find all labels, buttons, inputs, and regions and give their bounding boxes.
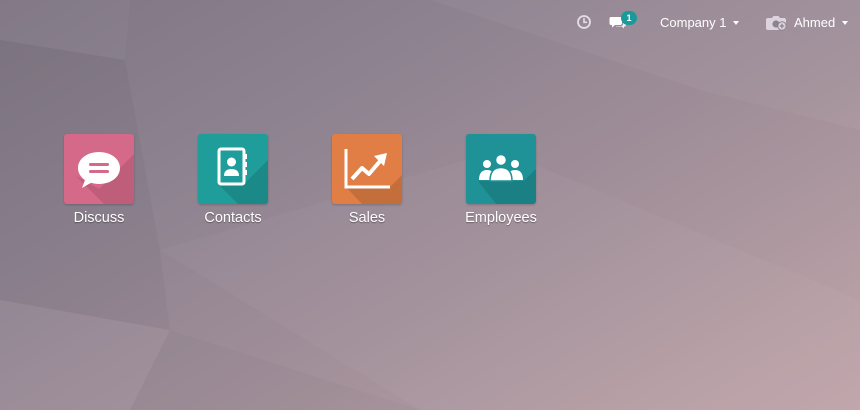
user-menu[interactable]: Ahmed bbox=[766, 0, 849, 44]
app-tile-sales[interactable] bbox=[332, 134, 402, 204]
company-label: Company 1 bbox=[660, 14, 727, 30]
company-switcher[interactable]: Company 1 bbox=[660, 0, 740, 44]
app-label: Contacts bbox=[204, 210, 262, 226]
messages-button[interactable]: 1 bbox=[609, 0, 637, 44]
app-employees[interactable]: Employees bbox=[446, 134, 556, 226]
app-sales[interactable]: Sales bbox=[312, 134, 422, 226]
camera-icon bbox=[766, 16, 787, 31]
app-tile-contacts[interactable] bbox=[198, 134, 268, 204]
app-label: Sales bbox=[348, 210, 386, 226]
app-discuss[interactable]: Discuss bbox=[44, 134, 154, 226]
top-navbar: 1 Company 1 Ahmed bbox=[0, 0, 860, 44]
app-tile-employees[interactable] bbox=[466, 134, 536, 204]
activity-button[interactable] bbox=[576, 0, 592, 44]
app-label: Employees bbox=[465, 210, 537, 226]
app-label: Discuss bbox=[73, 210, 125, 226]
app-contacts[interactable]: Contacts bbox=[178, 134, 288, 226]
user-name: Ahmed bbox=[794, 14, 836, 30]
address-book-icon bbox=[217, 147, 247, 186]
app-tile-discuss[interactable] bbox=[64, 134, 134, 204]
messages-count-badge: 1 bbox=[621, 11, 637, 25]
speech-bubble-icon bbox=[78, 152, 120, 188]
people-group-icon bbox=[479, 153, 523, 182]
chevron-down-icon bbox=[733, 20, 740, 25]
chevron-down-icon bbox=[842, 20, 849, 25]
clock-icon bbox=[577, 15, 591, 29]
trending-chart-icon bbox=[344, 149, 390, 189]
